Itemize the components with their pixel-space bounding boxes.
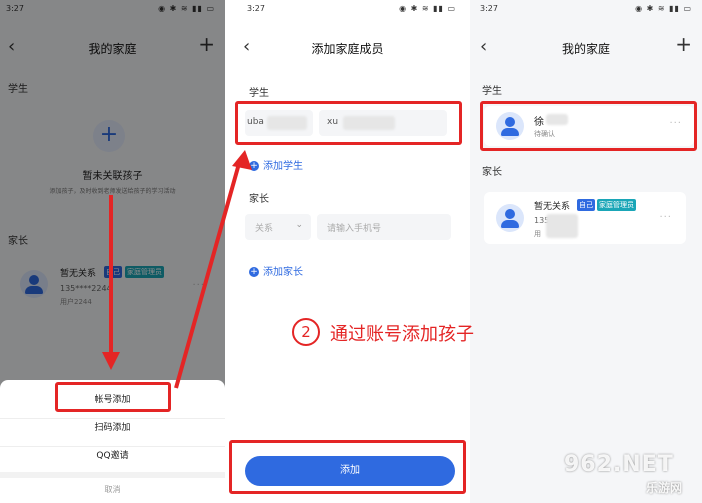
arrow-down-head xyxy=(102,352,120,370)
annotation-arrows xyxy=(102,150,252,389)
arrow-diagonal-line xyxy=(174,159,242,389)
step-number-badge: 2 xyxy=(292,318,320,346)
watermark-brand: 962.NET xyxy=(564,452,674,477)
watermark: 962.NET 乐游网 xyxy=(560,452,696,498)
watermark-sub: 乐游网 xyxy=(646,481,683,495)
step-annotation-text: 通过账号添加孩子 xyxy=(330,324,474,345)
arrow-diagonal-head xyxy=(232,150,252,170)
